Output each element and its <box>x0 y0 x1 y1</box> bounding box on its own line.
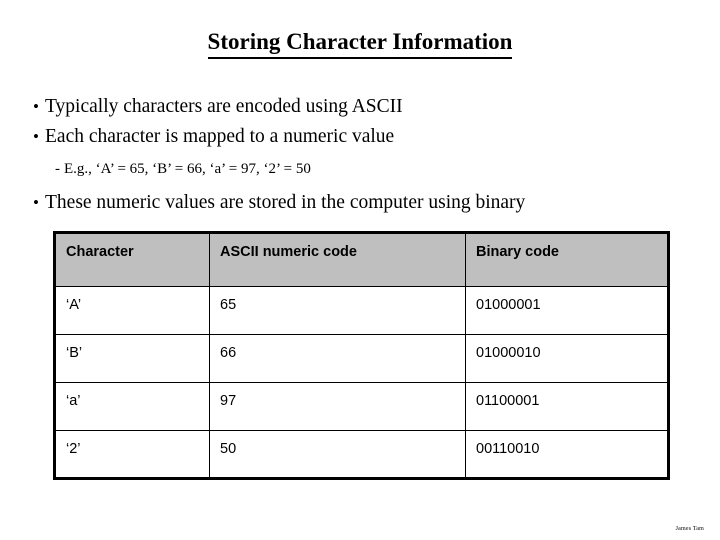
cell-binary-code: 01000001 <box>465 286 669 335</box>
cell-ascii-code: 65 <box>209 286 466 335</box>
bullet-item-3-text: These numeric values are stored in the c… <box>45 192 526 213</box>
dash-marker-icon: - <box>55 161 60 177</box>
sub-bullet-item: - E.g., ‘A’ = 65, ‘B’ = 66, ‘a’ = 97, ‘2… <box>55 158 693 180</box>
footer-credit: James Tam <box>675 526 704 532</box>
cell-binary-code: 01100001 <box>465 382 669 431</box>
table-header-row: Character ASCII numeric code Binary code <box>54 232 669 287</box>
cell-character: ‘A’ <box>54 286 210 335</box>
table-header: Character ASCII numeric code Binary code <box>54 232 669 287</box>
bullet-marker-icon: • <box>33 127 39 146</box>
bullet-item-2: • Each character is mapped to a numeric … <box>33 122 693 152</box>
bullet-item-2-text: Each character is mapped to a numeric va… <box>45 126 395 147</box>
column-header-character: Character <box>54 232 210 287</box>
sub-bullet-text: E.g., ‘A’ = 65, ‘B’ = 66, ‘a’ = 97, ‘2’ … <box>64 161 311 177</box>
cell-binary-code: 00110010 <box>465 430 669 479</box>
table-row: ‘B’ 66 01000010 <box>54 334 669 383</box>
cell-ascii-code: 50 <box>209 430 466 479</box>
bullet-marker-icon: • <box>33 97 39 116</box>
bullet-item-1: • Typically characters are encoded using… <box>33 92 693 122</box>
body-content: • Typically characters are encoded using… <box>33 92 693 218</box>
cell-binary-code: 01000010 <box>465 334 669 383</box>
table-row: ‘A’ 65 01000001 <box>54 286 669 335</box>
column-header-ascii-numeric-code: ASCII numeric code <box>209 232 466 287</box>
bullet-item-3: • These numeric values are stored in the… <box>33 188 693 218</box>
page-title: Storing Character Information <box>0 28 720 59</box>
bullet-marker-icon: • <box>33 193 39 212</box>
bullet-item-1-text: Typically characters are encoded using A… <box>45 96 403 117</box>
page-title-text: Storing Character Information <box>207 28 513 59</box>
character-encoding-table: Character ASCII numeric code Binary code… <box>53 231 670 480</box>
column-header-binary-code: Binary code <box>465 232 669 287</box>
table-row: ‘2’ 50 00110010 <box>54 430 669 479</box>
slide-canvas: Storing Character Information • Typicall… <box>0 0 720 540</box>
character-encoding-table-wrapper: Character ASCII numeric code Binary code… <box>53 231 670 480</box>
table-row: ‘a’ 97 01100001 <box>54 382 669 431</box>
cell-character: ‘B’ <box>54 334 210 383</box>
cell-ascii-code: 97 <box>209 382 466 431</box>
table-body: ‘A’ 65 01000001 ‘B’ 66 01000010 ‘a’ 97 0… <box>54 286 669 479</box>
cell-character: ‘2’ <box>54 430 210 479</box>
cell-ascii-code: 66 <box>209 334 466 383</box>
cell-character: ‘a’ <box>54 382 210 431</box>
